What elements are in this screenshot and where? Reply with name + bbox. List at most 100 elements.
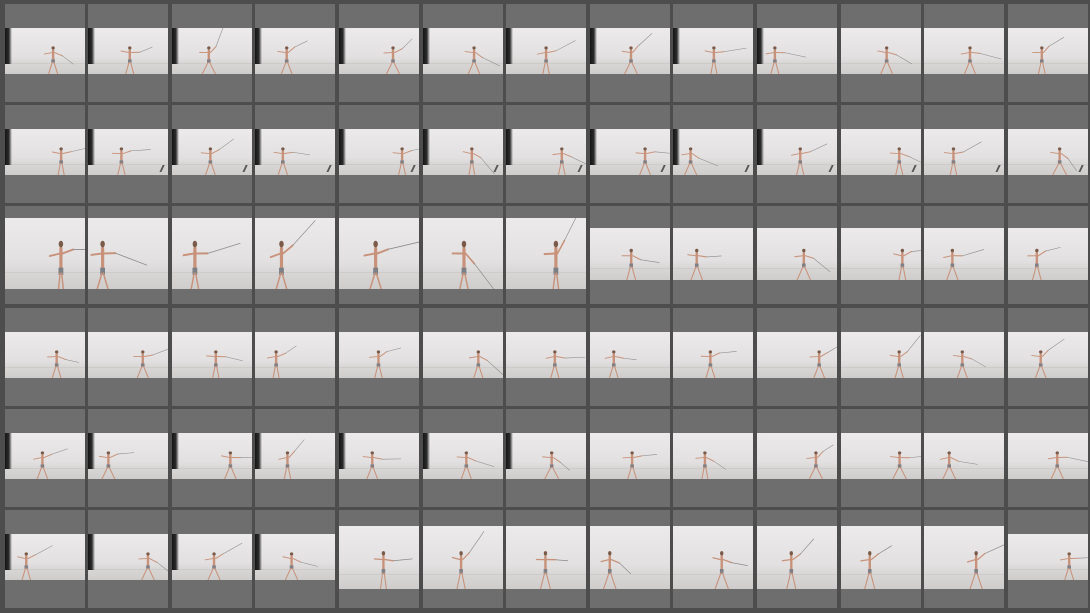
frame-thumbnail[interactable] <box>673 409 754 507</box>
frame-thumbnail[interactable] <box>338 206 419 304</box>
frame-thumbnail[interactable] <box>1007 308 1088 406</box>
frame-thumbnail[interactable] <box>924 4 1005 102</box>
frame-thumbnail[interactable] <box>506 206 587 304</box>
frame-thumbnail[interactable] <box>88 510 169 608</box>
frame-thumbnail[interactable] <box>422 105 503 203</box>
sword-icon <box>468 531 484 554</box>
frame-thumbnail[interactable] <box>840 206 921 304</box>
fencer-figure-icon <box>468 350 503 378</box>
frame-thumbnail[interactable] <box>506 308 587 406</box>
frame-thumbnail[interactable] <box>924 105 1005 203</box>
frame-thumbnail[interactable] <box>171 206 252 304</box>
frame-thumbnail[interactable] <box>756 105 837 203</box>
frame-thumbnail[interactable] <box>4 510 85 608</box>
frame-thumbnail[interactable] <box>4 105 85 203</box>
frame-thumbnail[interactable] <box>171 510 252 608</box>
frame-thumbnail[interactable] <box>1007 105 1088 203</box>
frame-thumbnail[interactable] <box>171 308 252 406</box>
frame-thumbnail[interactable] <box>924 308 1005 406</box>
frame-thumbnail[interactable] <box>924 206 1005 304</box>
fencer-figure-icon <box>943 248 985 280</box>
frame-thumbnail[interactable] <box>255 510 336 608</box>
fencer-figure-icon <box>600 551 631 589</box>
frame-thumbnail[interactable] <box>589 409 670 507</box>
frame-thumbnail[interactable] <box>88 409 169 507</box>
frame-thumbnail[interactable] <box>1007 206 1088 304</box>
frame-thumbnail[interactable] <box>255 105 336 203</box>
fencer-figure-icon <box>111 147 151 175</box>
frame-thumbnail[interactable] <box>338 105 419 203</box>
frame-thumbnail[interactable] <box>840 4 921 102</box>
frame-thumbnail[interactable] <box>840 409 921 507</box>
frame-thumbnail[interactable] <box>589 206 670 304</box>
frame-thumbnail[interactable] <box>88 4 169 102</box>
frame-thumbnail[interactable] <box>255 4 336 102</box>
frame-thumbnail[interactable] <box>756 308 837 406</box>
frame-thumbnail[interactable] <box>589 510 670 608</box>
frame-thumbnail[interactable] <box>88 206 169 304</box>
frame-thumbnail[interactable] <box>88 308 169 406</box>
frame-thumbnail[interactable] <box>4 206 85 304</box>
sword-icon <box>156 562 169 572</box>
frame-thumbnail[interactable] <box>506 4 587 102</box>
frame-thumbnail[interactable] <box>840 105 921 203</box>
frame-thumbnail[interactable] <box>673 510 754 608</box>
frame-thumbnail[interactable] <box>589 4 670 102</box>
frame-thumbnail[interactable] <box>338 4 419 102</box>
sword-icon <box>984 544 1005 554</box>
frame-thumbnail[interactable] <box>673 105 754 203</box>
frame-thumbnail[interactable] <box>506 510 587 608</box>
fencer-figure-icon <box>373 551 413 589</box>
frame-thumbnail[interactable] <box>506 105 587 203</box>
frame-thumbnail-icon <box>589 28 670 74</box>
frame-thumbnail[interactable] <box>338 409 419 507</box>
frame-thumbnail[interactable] <box>88 105 169 203</box>
sword-icon <box>958 460 978 465</box>
frame-thumbnail[interactable] <box>756 409 837 507</box>
frame-thumbnail[interactable] <box>338 510 419 608</box>
frame-thumbnail[interactable] <box>255 409 336 507</box>
frame-thumbnail[interactable] <box>422 510 503 608</box>
frame-thumbnail[interactable] <box>506 409 587 507</box>
frame-thumbnail[interactable] <box>4 308 85 406</box>
frame-thumbnail[interactable] <box>589 308 670 406</box>
frame-thumbnail-icon <box>422 433 503 479</box>
frame-thumbnail[interactable] <box>924 510 1005 608</box>
sword-icon <box>1067 158 1077 172</box>
frame-thumbnail[interactable] <box>171 105 252 203</box>
frame-thumbnail[interactable] <box>171 409 252 507</box>
sword-icon <box>474 460 494 467</box>
frame-thumbnail[interactable] <box>338 308 419 406</box>
frame-thumbnail[interactable] <box>422 409 503 507</box>
frame-thumbnail[interactable] <box>171 4 252 102</box>
frame-thumbnail[interactable] <box>756 4 837 102</box>
frame-thumbnail[interactable] <box>756 206 837 304</box>
frame-thumbnail[interactable] <box>422 4 503 102</box>
frame-thumbnail[interactable] <box>255 206 336 304</box>
sword-icon <box>809 143 828 153</box>
frame-thumbnail[interactable] <box>673 308 754 406</box>
frame-thumbnail[interactable] <box>1007 409 1088 507</box>
sword-icon <box>713 461 727 470</box>
fencer-figure-icon <box>182 240 241 289</box>
frame-thumbnail[interactable] <box>422 308 503 406</box>
frame-thumbnail[interactable] <box>1007 510 1088 608</box>
frame-thumbnail[interactable] <box>4 4 85 102</box>
frame-thumbnail[interactable] <box>840 308 921 406</box>
frame-thumbnail-icon <box>4 534 85 580</box>
fencer-figure-icon <box>542 451 570 479</box>
sword-icon <box>34 545 53 556</box>
frame-thumbnail[interactable] <box>673 4 754 102</box>
frame-thumbnail-icon <box>338 129 419 175</box>
frame-thumbnail[interactable] <box>4 409 85 507</box>
frame-thumbnail[interactable] <box>756 510 837 608</box>
sword-icon <box>641 454 657 457</box>
fencer-figure-icon <box>204 542 242 580</box>
frame-thumbnail[interactable] <box>840 510 921 608</box>
frame-thumbnail[interactable] <box>422 206 503 304</box>
frame-thumbnail[interactable] <box>255 308 336 406</box>
frame-thumbnail[interactable] <box>673 206 754 304</box>
frame-thumbnail[interactable] <box>1007 4 1088 102</box>
frame-thumbnail[interactable] <box>589 105 670 203</box>
frame-thumbnail[interactable] <box>924 409 1005 507</box>
